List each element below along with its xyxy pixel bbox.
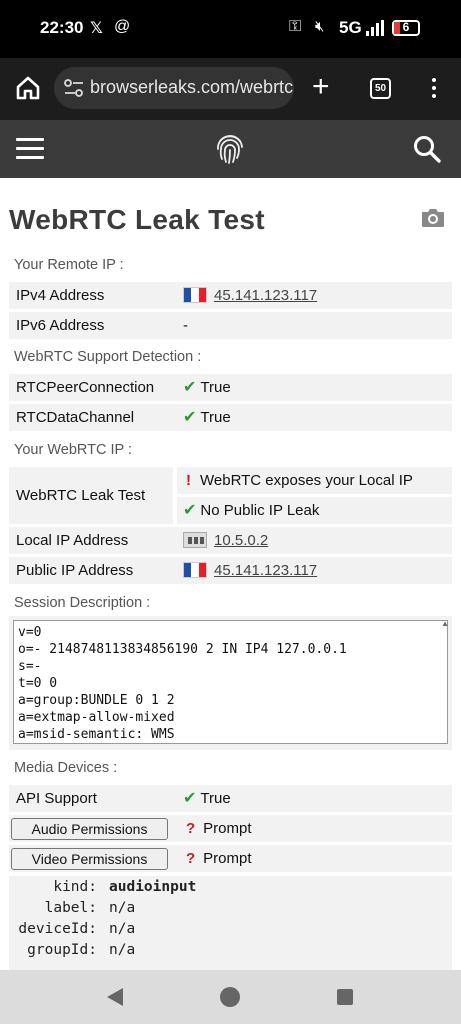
- fingerprint-logo-icon[interactable]: [213, 132, 247, 166]
- data-channel-value: True: [200, 409, 231, 426]
- question-icon: ?: [186, 850, 196, 867]
- site-header: [0, 120, 461, 178]
- video-permission-value: Prompt: [203, 850, 252, 867]
- tab-switcher-button[interactable]: 50: [370, 78, 391, 99]
- video-permission-cell: ? Prompt: [177, 845, 452, 872]
- back-icon[interactable]: [107, 988, 123, 1006]
- system-navigation-bar: [0, 970, 461, 1024]
- table-row: IPv6 Address -: [9, 312, 452, 339]
- kind-key: kind:: [53, 879, 97, 895]
- public-ip-link[interactable]: 45.141.123.117: [214, 562, 317, 579]
- sdp-container: v=0 o=- 2148748113834856190 2 IN IP4 127…: [9, 616, 452, 750]
- camera-icon[interactable]: [421, 207, 445, 228]
- scroll-up-icon[interactable]: ▲: [441, 619, 449, 628]
- list-item: deviceId: n/a: [9, 919, 452, 940]
- check-icon: ✔: [183, 409, 197, 426]
- ipv4-label: IPv4 Address: [16, 287, 105, 304]
- peer-connection-label: RTCPeerConnection: [16, 379, 155, 396]
- table-row: RTCDataChannel ✔ True: [9, 404, 452, 431]
- status-time: 22:30: [40, 18, 84, 37]
- recent-apps-icon[interactable]: [337, 989, 353, 1005]
- leak-warning-cell: ! WebRTC exposes your Local IP: [177, 467, 452, 494]
- network-type: 5G: [339, 18, 362, 37]
- api-support-label: API Support: [16, 790, 97, 807]
- address-bar[interactable]: browserleaks.com/webrtc: [54, 67, 294, 109]
- list-item: label: n/a: [9, 898, 452, 919]
- leak-test-label: WebRTC Leak Test: [9, 467, 173, 524]
- media-device-info: kind: audioinput label: n/a deviceId: n/a g…: [9, 876, 452, 970]
- url-text: browserleaks.com/webrtc: [90, 77, 294, 97]
- section-webrtc-ip: Your WebRTC IP :: [14, 442, 132, 458]
- ipv6-label: IPv6 Address: [16, 317, 105, 334]
- table-row: RTCPeerConnection ✔ True: [9, 374, 452, 401]
- hamburger-menu-icon[interactable]: [16, 138, 44, 160]
- ipv6-value: -: [183, 317, 188, 334]
- table-row: API Support ✔ True: [9, 785, 452, 812]
- group-id-value: n/a: [109, 942, 136, 958]
- group-id-key: groupId:: [27, 942, 97, 958]
- browser-toolbar: browserleaks.com/webrtc + 50: [0, 58, 461, 120]
- device-id-key: deviceId:: [18, 921, 97, 937]
- api-support-cell: ✔ True: [177, 785, 452, 812]
- new-tab-icon[interactable]: +: [312, 72, 330, 102]
- table-row: Public IP Address 45.141.123.117: [9, 557, 452, 584]
- section-remote-ip: Your Remote IP :: [14, 257, 124, 273]
- label-value: n/a: [109, 900, 136, 916]
- ipv4-cell: 45.141.123.117: [177, 282, 452, 309]
- question-icon: ?: [186, 820, 196, 837]
- data-channel-label: RTCDataChannel: [16, 409, 135, 426]
- warning-icon: !: [186, 472, 191, 489]
- audio-permission-cell: ? Prompt: [177, 815, 452, 842]
- section-media-devices: Media Devices :: [14, 760, 118, 776]
- home-icon[interactable]: [14, 74, 42, 102]
- site-settings-icon[interactable]: [64, 79, 84, 97]
- table-row: Local IP Address 10.5.0.2: [9, 527, 452, 554]
- device-id-value: n/a: [109, 921, 136, 937]
- ipv4-link[interactable]: 45.141.123.117: [214, 287, 317, 304]
- audio-permission-value: Prompt: [203, 820, 252, 837]
- page-content: WebRTC Leak Test Your Remote IP : IPv4 A…: [0, 178, 461, 970]
- kind-value: audioinput: [109, 879, 197, 895]
- sdp-textarea[interactable]: v=0 o=- 2148748113834856190 2 IN IP4 127…: [13, 620, 448, 744]
- france-flag-icon: [183, 562, 207, 578]
- public-ip-cell: 45.141.123.117: [177, 557, 452, 584]
- list-item: kind: audioinput: [9, 877, 452, 898]
- overflow-menu-icon[interactable]: [424, 76, 444, 100]
- api-support-value: True: [200, 790, 231, 807]
- public-ip-label: Public IP Address: [16, 562, 134, 579]
- status-bar: 22:30 𝕏 @ ⚿ 🔇︎ 5G 6: [0, 0, 461, 58]
- table-row: IPv4 Address 45.141.123.117: [9, 282, 452, 309]
- leak-warning-text: WebRTC exposes your Local IP: [200, 472, 413, 489]
- data-channel-cell: ✔ True: [177, 404, 452, 431]
- check-icon: ✔: [183, 502, 197, 519]
- audio-permissions-button[interactable]: Audio Permissions: [11, 818, 168, 840]
- local-ip-link[interactable]: 10.5.0.2: [214, 532, 268, 549]
- section-session-description: Session Description :: [14, 595, 151, 611]
- peer-connection-cell: ✔ True: [177, 374, 452, 401]
- threads-icon: @: [114, 18, 131, 35]
- battery-icon: 6: [392, 20, 420, 36]
- leak-public-cell: ✔ No Public IP Leak: [177, 497, 452, 524]
- mute-icon: 🔇︎: [315, 18, 325, 35]
- signal-icon: [366, 20, 386, 36]
- leak-public-text: No Public IP Leak: [200, 502, 320, 519]
- local-ip-label: Local IP Address: [16, 532, 129, 549]
- page-title: WebRTC Leak Test: [9, 204, 265, 235]
- check-icon: ✔: [183, 790, 197, 807]
- search-icon[interactable]: [412, 134, 442, 164]
- label-key: label:: [44, 900, 97, 916]
- section-support-detection: WebRTC Support Detection :: [14, 349, 202, 365]
- france-flag-icon: [183, 287, 207, 303]
- vpn-key-icon: ⚿: [289, 18, 302, 35]
- battery-level: 6: [402, 20, 410, 34]
- x-logo-icon: 𝕏: [90, 20, 103, 37]
- home-circle-icon[interactable]: [220, 987, 240, 1007]
- peer-connection-value: True: [200, 379, 231, 396]
- list-item: groupId: n/a: [9, 940, 452, 961]
- check-icon: ✔: [183, 379, 197, 396]
- network-adapter-icon: [183, 532, 207, 548]
- video-permissions-button[interactable]: Video Permissions: [11, 848, 168, 870]
- local-ip-cell: 10.5.0.2: [177, 527, 452, 554]
